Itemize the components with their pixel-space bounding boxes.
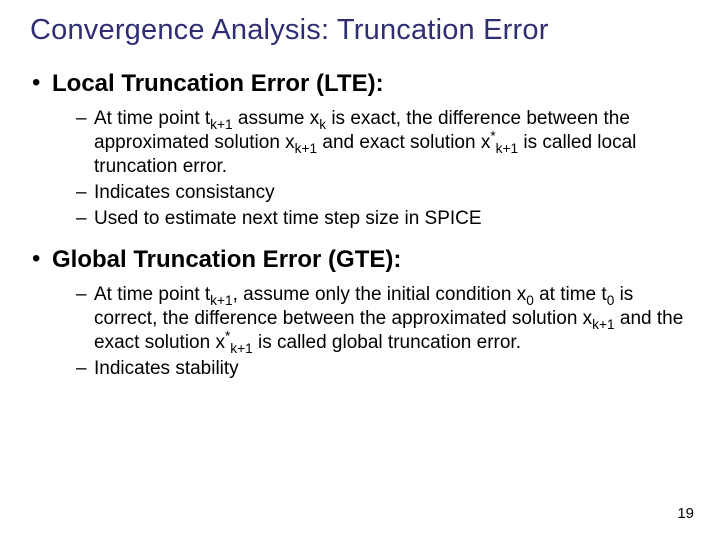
sub-item: Indicates consistancy: [76, 181, 690, 205]
subscript: k+1: [210, 293, 232, 308]
bullet-gte: Global Truncation Error (GTE): At time p…: [30, 245, 690, 381]
subscript: k+1: [230, 341, 252, 356]
sub-item: Used to estimate next time step size in …: [76, 207, 690, 231]
sub-list: At time point tk+1, assume only the init…: [52, 283, 690, 381]
text-fragment: , assume only the initial condition x: [233, 284, 527, 305]
text-fragment: assume x: [233, 108, 320, 129]
sub-item: Indicates stability: [76, 357, 690, 381]
text-fragment: At time point t: [94, 284, 210, 305]
bullet-list: Local Truncation Error (LTE): At time po…: [30, 69, 690, 381]
subscript: k+1: [210, 117, 232, 132]
text-fragment: At time point t: [94, 108, 210, 129]
slide-title: Convergence Analysis: Truncation Error: [30, 14, 690, 47]
sub-item: At time point tk+1 assume xk is exact, t…: [76, 107, 690, 179]
slide: Convergence Analysis: Truncation Error L…: [0, 0, 720, 540]
subscript: k+1: [295, 141, 317, 156]
bullet-heading: Local Truncation Error (LTE):: [52, 70, 384, 97]
subscript: 0: [526, 293, 534, 308]
bullet-lte: Local Truncation Error (LTE): At time po…: [30, 69, 690, 231]
text-fragment: and exact solution x: [317, 132, 490, 153]
text-fragment: is called global truncation error.: [253, 332, 521, 353]
subscript: k+1: [592, 317, 614, 332]
text-fragment: at time t: [534, 284, 607, 305]
bullet-heading: Global Truncation Error (GTE):: [52, 246, 401, 273]
subscript: k+1: [496, 141, 518, 156]
sub-list: At time point tk+1 assume xk is exact, t…: [52, 107, 690, 231]
sub-item: At time point tk+1, assume only the init…: [76, 283, 690, 355]
page-number: 19: [677, 505, 694, 522]
